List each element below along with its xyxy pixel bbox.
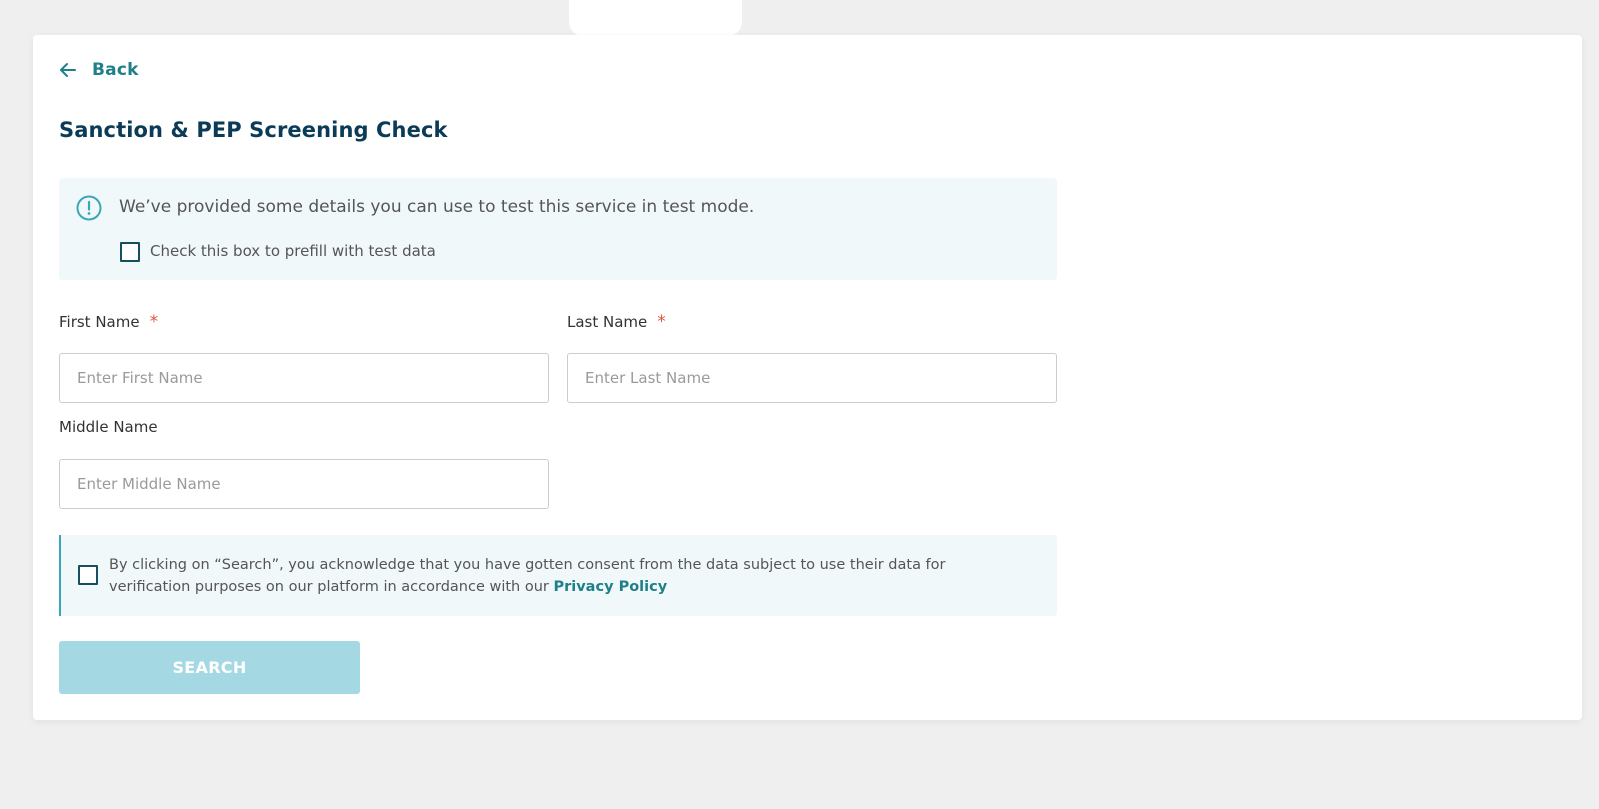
screening-card: Back Sanction & PEP Screening Check We’v…: [33, 35, 1582, 720]
top-tab-handle: [569, 0, 742, 36]
first-name-input[interactable]: [59, 353, 549, 403]
consent-box: By clicking on “Search”, you acknowledge…: [59, 535, 1057, 616]
arrow-left-icon: [60, 63, 76, 77]
required-asterisk: *: [149, 312, 159, 332]
back-button[interactable]: Back: [58, 60, 139, 80]
middle-name-label-text: Middle Name: [59, 418, 158, 436]
middle-name-input[interactable]: [59, 459, 549, 509]
consent-text: By clicking on “Search”, you acknowledge…: [109, 554, 1029, 598]
consent-checkbox[interactable]: [78, 565, 98, 585]
first-name-label: First Name *: [59, 312, 158, 332]
test-mode-message: We’ve provided some details you can use …: [119, 197, 755, 217]
middle-name-label: Middle Name: [59, 418, 158, 436]
search-button[interactable]: SEARCH: [59, 641, 360, 694]
page-title: Sanction & PEP Screening Check: [59, 118, 448, 142]
last-name-label: Last Name *: [567, 312, 666, 332]
required-asterisk: *: [657, 312, 666, 332]
consent-statement: By clicking on “Search”, you acknowledge…: [109, 557, 946, 595]
prefill-test-data-label[interactable]: Check this box to prefill with test data: [150, 242, 436, 260]
last-name-input[interactable]: [567, 353, 1057, 403]
back-label: Back: [92, 60, 139, 80]
first-name-label-text: First Name: [59, 313, 140, 331]
privacy-policy-link[interactable]: Privacy Policy: [553, 579, 667, 595]
test-mode-info-box: We’ve provided some details you can use …: [59, 178, 1057, 280]
last-name-label-text: Last Name: [567, 313, 648, 331]
exclamation-circle-icon: [76, 195, 102, 221]
prefill-test-data-checkbox[interactable]: [120, 242, 140, 262]
